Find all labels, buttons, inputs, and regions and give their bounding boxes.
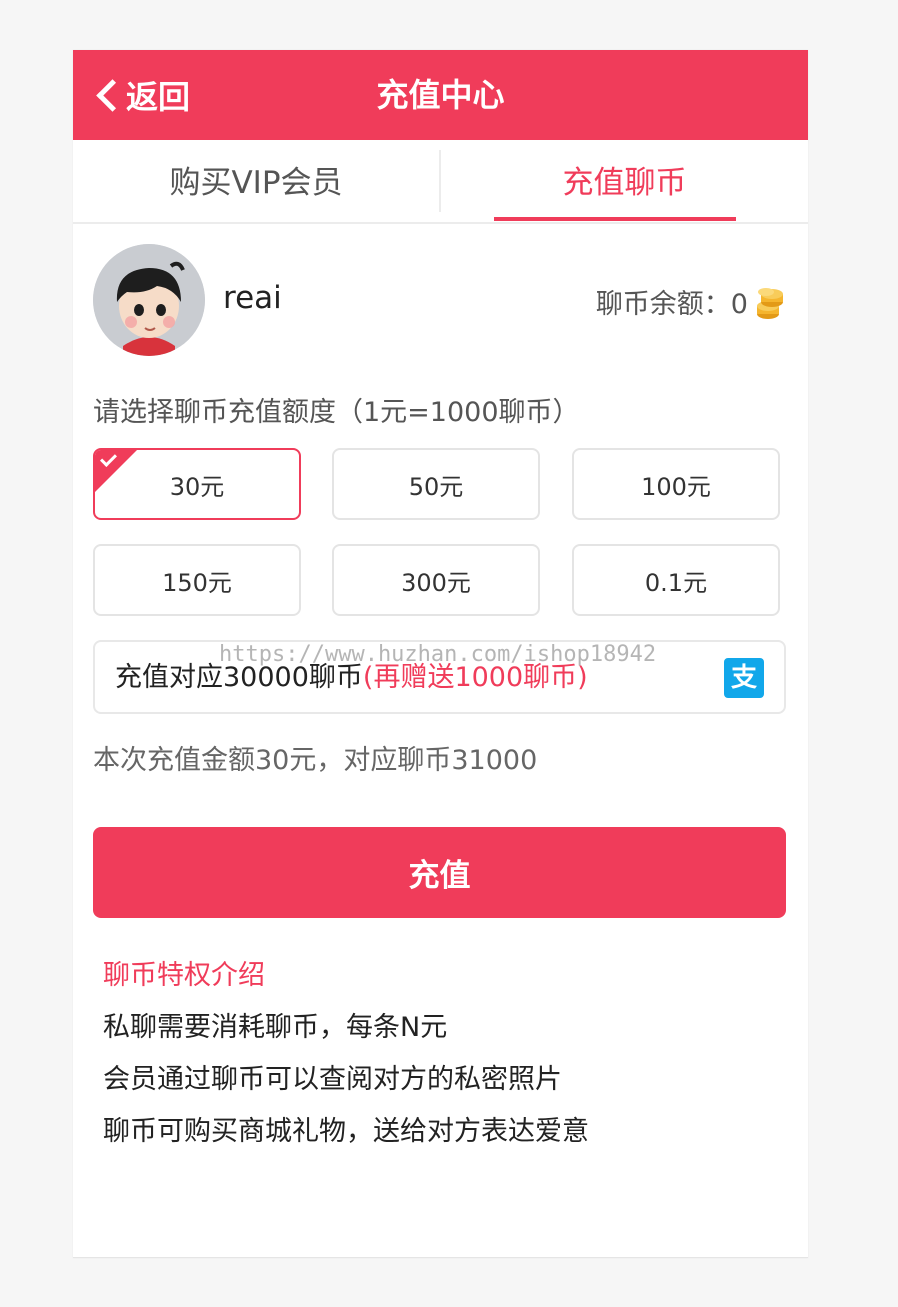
amount-option-0-1[interactable]: 0.1元 <box>572 544 780 616</box>
phone-screen: 返回 充值中心 购买VIP会员 充值聊币 reai 聊币余额：0 请选择聊币充值… <box>73 50 808 1258</box>
back-button[interactable]: 返回 <box>93 50 190 140</box>
tab-recharge-coins[interactable]: 充值聊币 <box>441 140 808 222</box>
amount-option-label: 150元 <box>162 569 232 597</box>
coins-icon <box>757 287 783 319</box>
coin-balance-label: 聊币余额：0 <box>595 289 748 320</box>
avatar <box>93 244 205 356</box>
cartoon-boy-avatar-icon <box>93 244 205 356</box>
amount-option-label: 50元 <box>408 473 464 501</box>
recharge-summary: 本次充值金额30元，对应聊币31000 <box>93 745 538 776</box>
amount-options: 30元 50元 100元 150元 300元 0.1元 <box>93 448 786 620</box>
select-amount-prompt: 请选择聊币充值额度（1元=1000聊币） <box>93 397 580 428</box>
payment-method-box[interactable]: 充值对应30000聊币(再赠送1000聊币) 支 <box>93 640 786 714</box>
coin-equivalent-main: 充值对应30000聊币 <box>115 662 363 693</box>
chevron-left-icon <box>96 78 129 112</box>
privileges-title: 聊币特权介绍 <box>103 960 265 991</box>
amount-option-label: 30元 <box>169 473 225 501</box>
privilege-item: 会员通过聊币可以查阅对方的私密照片 <box>103 1064 562 1095</box>
active-tab-indicator <box>494 217 736 221</box>
amount-option-label: 0.1元 <box>644 569 708 597</box>
recharge-button[interactable]: 充值 <box>93 827 786 918</box>
amount-option-label: 300元 <box>401 569 471 597</box>
amount-option-label: 100元 <box>641 473 711 501</box>
back-label: 返回 <box>126 78 191 116</box>
coin-equivalent-text: 充值对应30000聊币(再赠送1000聊币) <box>115 642 588 714</box>
coin-balance: 聊币余额：0 <box>596 282 786 321</box>
username: reai <box>223 280 282 316</box>
tab-buy-vip[interactable]: 购买VIP会员 <box>73 140 439 222</box>
bonus-coins-text: (再赠送1000聊币) <box>362 662 588 693</box>
amount-option-300[interactable]: 300元 <box>332 544 540 616</box>
privilege-item: 私聊需要消耗聊币，每条N元 <box>103 1012 448 1043</box>
alipay-icon[interactable]: 支 <box>724 658 764 698</box>
tab-bar: 购买VIP会员 充值聊币 <box>73 140 808 224</box>
coin-privileges: 聊币特权介绍 私聊需要消耗聊币，每条N元 会员通过聊币可以查阅对方的私密照片 聊… <box>103 958 589 1166</box>
amount-option-30[interactable]: 30元 <box>93 448 301 520</box>
amount-option-50[interactable]: 50元 <box>332 448 540 520</box>
privilege-item: 聊币可购买商城礼物，送给对方表达爱意 <box>103 1116 589 1147</box>
amount-option-100[interactable]: 100元 <box>572 448 780 520</box>
header-bar: 返回 充值中心 <box>73 50 808 140</box>
amount-option-150[interactable]: 150元 <box>93 544 301 616</box>
